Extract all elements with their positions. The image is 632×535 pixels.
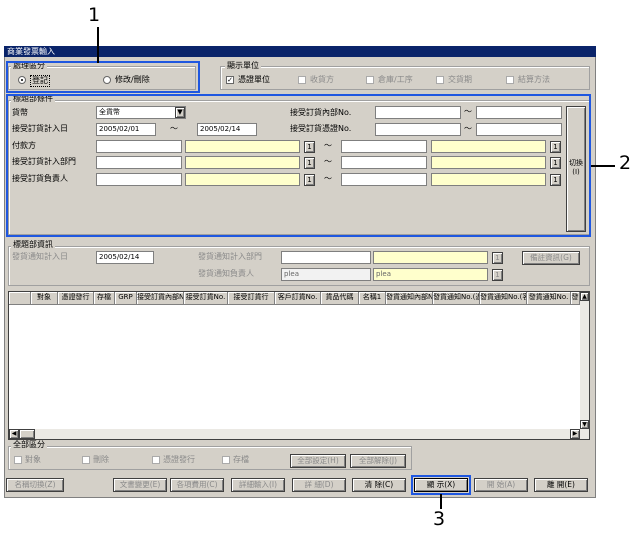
- all-check-archive-label: 存檔: [233, 455, 249, 464]
- scroll-up-icon[interactable]: ▲: [580, 292, 589, 301]
- check-cert-unit[interactable]: ✓: [226, 76, 234, 84]
- scroll-thumb[interactable]: [19, 429, 35, 439]
- callout-2: 2: [619, 152, 632, 174]
- col-header[interactable]: 貨品代碼: [321, 292, 359, 305]
- check-receiver[interactable]: [298, 76, 306, 84]
- callout-1-leader: [97, 27, 99, 63]
- all-check-delete[interactable]: [82, 456, 90, 464]
- notice-dept-name: [373, 251, 488, 264]
- scroll-down-icon[interactable]: ▼: [580, 420, 589, 429]
- notice-person-lookup[interactable]: 1: [492, 269, 503, 281]
- scroll-left-icon[interactable]: ◀: [9, 429, 19, 439]
- notice-dept-label: 發貨通知計入部門: [198, 252, 262, 261]
- all-check-cert-label: 憑證發行: [163, 455, 195, 464]
- remark-button[interactable]: 備註資訊(G): [522, 251, 580, 265]
- table-header: 對象 憑證發行 存檔 GRP 接受訂貨內部No. 接受訂貨No. 接受訂貨行 客…: [9, 292, 580, 305]
- col-header[interactable]: 接受訂貨No.: [184, 292, 228, 305]
- highlight-box-2: [6, 94, 591, 237]
- notice-date-label: 發貨通知計入日: [12, 252, 68, 261]
- callout-2-leader: [591, 165, 615, 167]
- all-check-target-label: 對象: [25, 455, 41, 464]
- all-check-target[interactable]: [14, 456, 22, 464]
- col-header[interactable]: 存檔: [94, 292, 115, 305]
- col-header[interactable]: 發: [571, 292, 580, 305]
- all-check-delete-label: 刪除: [93, 455, 109, 464]
- col-rownum: [9, 292, 31, 305]
- check-warehouse-label: 倉庫/工序: [378, 75, 413, 84]
- col-header[interactable]: 發貨通知內部No.: [386, 292, 433, 305]
- header-info-label: 標題部資訊: [11, 240, 55, 249]
- col-header[interactable]: 發貨通知No.(憑證): [433, 292, 480, 305]
- results-table[interactable]: [8, 291, 590, 440]
- check-cert-unit-label: 憑證單位: [238, 75, 270, 84]
- check-delivery-date-label: 交貨期: [448, 75, 472, 84]
- start-button[interactable]: 開 始(A): [474, 478, 528, 492]
- clear-all-button[interactable]: 全部解除(J): [350, 454, 406, 468]
- col-header[interactable]: 對象: [31, 292, 58, 305]
- notice-dept-input[interactable]: [281, 251, 371, 264]
- col-header[interactable]: 名稱1: [359, 292, 386, 305]
- notice-dept-lookup[interactable]: 1: [492, 252, 503, 264]
- callout-1: 1: [88, 4, 101, 26]
- detail-button[interactable]: 詳 細(D): [292, 478, 346, 492]
- window-title: 商業發票輸入: [4, 46, 596, 57]
- horizontal-scrollbar[interactable]: [9, 429, 580, 439]
- col-header[interactable]: 發貨通知No.(客戶): [480, 292, 527, 305]
- notice-person-label: 發貨通知負責人: [198, 269, 254, 278]
- select-all-button[interactable]: 全部設定(H): [290, 454, 346, 468]
- exit-button[interactable]: 離 開(E): [534, 478, 588, 492]
- check-warehouse[interactable]: [366, 76, 374, 84]
- col-header[interactable]: 發貨通知No.: [527, 292, 571, 305]
- detail-input-button[interactable]: 詳細輸入(I): [231, 478, 285, 492]
- notice-person-input[interactable]: plea: [281, 268, 371, 281]
- highlight-box-1: [6, 61, 200, 93]
- display-units-label: 顯示單位: [225, 61, 261, 70]
- col-header[interactable]: 接受訂貨內部No.: [137, 292, 184, 305]
- col-header[interactable]: 客戶訂貨No.: [275, 292, 321, 305]
- highlight-box-3: [411, 475, 471, 495]
- col-header[interactable]: GRP: [115, 292, 137, 305]
- expenses-button[interactable]: 各項費用(C): [170, 478, 224, 492]
- check-delivery-date[interactable]: [436, 76, 444, 84]
- col-header[interactable]: 接受訂貨行: [228, 292, 275, 305]
- check-receiver-label: 收貨方: [310, 75, 334, 84]
- vertical-scrollbar[interactable]: [580, 292, 589, 439]
- check-settlement-label: 結算方法: [518, 75, 550, 84]
- document-change-button[interactable]: 文書變更(E): [113, 478, 167, 492]
- notice-person-name: plea: [373, 268, 488, 281]
- check-settlement[interactable]: [506, 76, 514, 84]
- name-switch-button[interactable]: 名稱切換(Z): [6, 478, 64, 492]
- scroll-right-icon[interactable]: ▶: [570, 429, 580, 439]
- col-header[interactable]: 憑證發行: [58, 292, 94, 305]
- callout-3: 3: [433, 508, 446, 530]
- all-section-label: 全部區分: [11, 440, 47, 449]
- notice-date-input[interactable]: 2005/02/14: [96, 251, 154, 264]
- clear-button[interactable]: 清 除(C): [352, 478, 406, 492]
- all-check-archive[interactable]: [222, 456, 230, 464]
- all-check-cert[interactable]: [152, 456, 160, 464]
- callout-3-leader: [440, 494, 442, 509]
